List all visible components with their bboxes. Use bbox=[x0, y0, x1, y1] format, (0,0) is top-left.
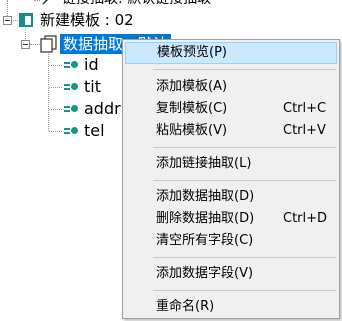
menu-item-add-data-field[interactable]: 添加数据字段(V) bbox=[125, 263, 337, 285]
field-icon bbox=[62, 59, 78, 71]
menu-item-add-data-extraction[interactable]: 添加数据抽取(D) bbox=[125, 186, 337, 208]
menu-item-delete-data-extraction[interactable]: 删除数据抽取(D) Ctrl+D bbox=[125, 208, 337, 230]
collapse-toggle[interactable] bbox=[21, 40, 30, 49]
tree-connector bbox=[49, 65, 62, 66]
menu-item-paste-template[interactable]: 粘贴模板(V) Ctrl+V bbox=[125, 120, 337, 142]
menu-item-add-template[interactable]: 添加模板(A) bbox=[125, 76, 337, 98]
tree-node-label: 新建模板 : 02 bbox=[40, 11, 134, 29]
menu-item-label: 粘贴模板(V) bbox=[156, 123, 228, 138]
field-icon bbox=[62, 103, 78, 115]
menu-item-label: 添加模板(A) bbox=[156, 79, 228, 94]
menu-item-label: 重命名(R) bbox=[156, 299, 215, 314]
context-menu: 模板预览(P) 添加模板(A) 复制模板(C) Ctrl+C 粘贴模板(V) C… bbox=[122, 39, 340, 319]
menu-item-label: 模板预览(P) bbox=[157, 45, 227, 60]
field-label: tel bbox=[84, 121, 105, 140]
field-label: addr bbox=[84, 99, 121, 118]
menu-separator bbox=[153, 290, 336, 291]
template-icon bbox=[19, 13, 33, 27]
menu-item-template-preview[interactable]: 模板预览(P) bbox=[125, 42, 337, 64]
menu-item-add-link-extraction[interactable]: 添加链接抽取(L) bbox=[125, 153, 337, 175]
menu-separator bbox=[153, 147, 336, 148]
field-label: tit bbox=[84, 77, 101, 96]
menu-separator bbox=[153, 180, 336, 181]
tree-view: 链接抽取: 默认链接抽取 新建模板 : 02 数据抽取 : 默认 id tit … bbox=[0, 0, 342, 321]
menu-item-copy-template[interactable]: 复制模板(C) Ctrl+C bbox=[125, 98, 337, 120]
menu-item-label: 添加链接抽取(L) bbox=[156, 156, 252, 171]
field-icon bbox=[62, 125, 78, 137]
menu-item-label: 清空所有字段(C) bbox=[156, 233, 254, 248]
data-extraction-icon bbox=[40, 35, 57, 53]
tree-connector bbox=[49, 109, 62, 110]
menu-item-clear-all-fields[interactable]: 清空所有字段(C) bbox=[125, 230, 337, 252]
menu-item-label: 添加数据字段(V) bbox=[156, 266, 254, 281]
menu-separator bbox=[153, 257, 336, 258]
menu-separator bbox=[153, 69, 336, 70]
menu-item-label: 复制模板(C) bbox=[156, 101, 228, 116]
menu-item-rename[interactable]: 重命名(R) bbox=[125, 296, 337, 318]
field-label: id bbox=[84, 55, 99, 74]
menu-item-label: 删除数据抽取(D) bbox=[156, 211, 255, 226]
menu-item-shortcut: Ctrl+C bbox=[283, 101, 327, 116]
collapse-toggle[interactable] bbox=[3, 16, 12, 25]
field-icon bbox=[62, 81, 78, 93]
tree-connector bbox=[30, 44, 40, 45]
tree-connector bbox=[49, 131, 62, 132]
tree-connector bbox=[49, 87, 62, 88]
menu-item-shortcut: Ctrl+V bbox=[283, 123, 326, 138]
link-icon bbox=[42, 0, 49, 5]
menu-item-shortcut: Ctrl+D bbox=[283, 211, 328, 226]
menu-item-label: 添加数据抽取(D) bbox=[156, 189, 255, 204]
